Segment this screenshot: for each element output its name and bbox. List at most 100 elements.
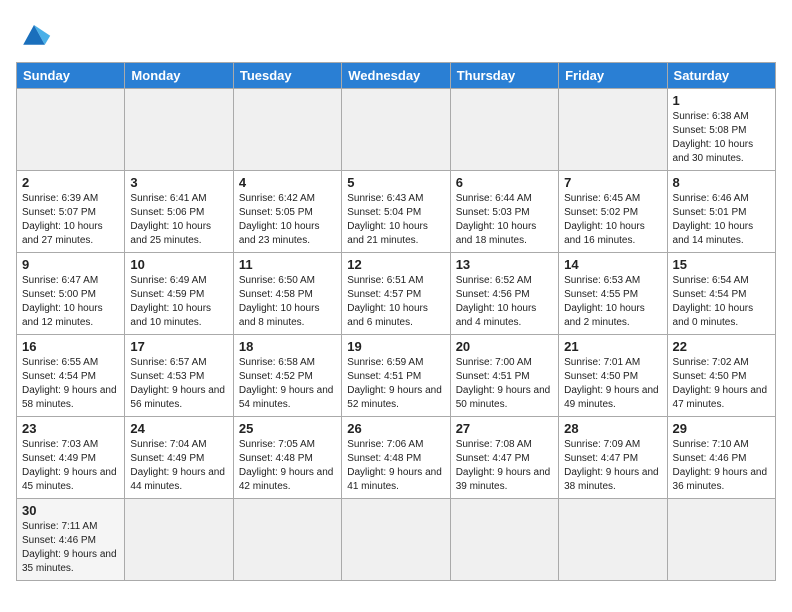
day-number: 18 bbox=[239, 339, 336, 354]
calendar-cell bbox=[342, 499, 450, 581]
calendar-cell: 26Sunrise: 7:06 AM Sunset: 4:48 PM Dayli… bbox=[342, 417, 450, 499]
day-number: 5 bbox=[347, 175, 444, 190]
day-info: Sunrise: 7:08 AM Sunset: 4:47 PM Dayligh… bbox=[456, 438, 553, 494]
day-number: 7 bbox=[564, 175, 661, 190]
day-info: Sunrise: 6:39 AM Sunset: 5:07 PM Dayligh… bbox=[22, 192, 119, 248]
week-row-5: 23 Sunrise: 7:03 AM Sunset: 4:49 PM Dayli… bbox=[17, 417, 776, 499]
weekday-header-sunday: Sunday bbox=[17, 63, 125, 89]
day-info: Sunrise: 6:51 AM Sunset: 4:57 PM Dayligh… bbox=[347, 274, 444, 330]
day-number: 13 bbox=[456, 257, 553, 272]
day-number: 24 bbox=[130, 421, 227, 436]
calendar-cell bbox=[17, 89, 125, 171]
calendar-cell bbox=[342, 89, 450, 171]
calendar-cell: 8Sunrise: 6:46 AM Sunset: 5:01 PM Daylig… bbox=[667, 171, 775, 253]
day-info: Sunrise: 6:42 AM Sunset: 5:05 PM Dayligh… bbox=[239, 192, 336, 248]
calendar-cell bbox=[125, 89, 233, 171]
week-row-3: 9Sunrise: 6:47 AM Sunset: 5:00 PM Daylig… bbox=[17, 253, 776, 335]
calendar-cell bbox=[233, 89, 341, 171]
calendar-cell: 27Sunrise: 7:08 AM Sunset: 4:47 PM Dayli… bbox=[450, 417, 558, 499]
day-number: 23 bbox=[22, 421, 119, 436]
calendar-cell: 21 Sunrise: 7:01 AM Sunset: 4:50 PM Dayli… bbox=[559, 335, 667, 417]
day-number: 2 bbox=[22, 175, 119, 190]
day-number: 14 bbox=[564, 257, 661, 272]
day-info: Sunrise: 6:46 AM Sunset: 5:01 PM Dayligh… bbox=[673, 192, 770, 248]
weekday-header-saturday: Saturday bbox=[667, 63, 775, 89]
day-number: 30 bbox=[22, 503, 119, 518]
day-info: Sunrise: 7:00 AM Sunset: 4:51 PM Dayligh… bbox=[456, 356, 553, 412]
calendar-cell: 30 Sunrise: 7:11 AM Sunset: 4:46 PM Dayli… bbox=[17, 499, 125, 581]
calendar-cell: 6 Sunrise: 6:44 AM Sunset: 5:03 PM Daylig… bbox=[450, 171, 558, 253]
day-number: 6 bbox=[456, 175, 553, 190]
weekday-header-monday: Monday bbox=[125, 63, 233, 89]
calendar-cell: 15 Sunrise: 6:54 AM Sunset: 4:54 PM Dayli… bbox=[667, 253, 775, 335]
calendar-cell: 19 Sunrise: 6:59 AM Sunset: 4:51 PM Dayli… bbox=[342, 335, 450, 417]
calendar-cell: 3Sunrise: 6:41 AM Sunset: 5:06 PM Daylig… bbox=[125, 171, 233, 253]
day-info: Sunrise: 7:06 AM Sunset: 4:48 PM Dayligh… bbox=[347, 438, 444, 494]
logo bbox=[16, 16, 58, 52]
day-number: 12 bbox=[347, 257, 444, 272]
calendar-cell: 18Sunrise: 6:58 AM Sunset: 4:52 PM Dayli… bbox=[233, 335, 341, 417]
day-info: Sunrise: 6:47 AM Sunset: 5:00 PM Dayligh… bbox=[22, 274, 119, 330]
day-number: 3 bbox=[130, 175, 227, 190]
day-number: 29 bbox=[673, 421, 770, 436]
day-info: Sunrise: 7:02 AM Sunset: 4:50 PM Dayligh… bbox=[673, 356, 770, 412]
day-info: Sunrise: 6:45 AM Sunset: 5:02 PM Dayligh… bbox=[564, 192, 661, 248]
day-number: 16 bbox=[22, 339, 119, 354]
week-row-4: 16 Sunrise: 6:55 AM Sunset: 4:54 PM Dayli… bbox=[17, 335, 776, 417]
day-info: Sunrise: 7:01 AM Sunset: 4:50 PM Dayligh… bbox=[564, 356, 661, 412]
calendar-cell bbox=[450, 89, 558, 171]
weekday-header-row: SundayMondayTuesdayWednesdayThursdayFrid… bbox=[17, 63, 776, 89]
day-info: Sunrise: 6:59 AM Sunset: 4:51 PM Dayligh… bbox=[347, 356, 444, 412]
calendar-cell: 23 Sunrise: 7:03 AM Sunset: 4:49 PM Dayli… bbox=[17, 417, 125, 499]
calendar-cell: 16 Sunrise: 6:55 AM Sunset: 4:54 PM Dayli… bbox=[17, 335, 125, 417]
day-info: Sunrise: 6:55 AM Sunset: 4:54 PM Dayligh… bbox=[22, 356, 119, 412]
weekday-header-wednesday: Wednesday bbox=[342, 63, 450, 89]
week-row-1: 1 Sunrise: 6:38 AM Sunset: 5:08 PM Daylig… bbox=[17, 89, 776, 171]
calendar-cell: 29 Sunrise: 7:10 AM Sunset: 4:46 PM Dayli… bbox=[667, 417, 775, 499]
day-info: Sunrise: 7:10 AM Sunset: 4:46 PM Dayligh… bbox=[673, 438, 770, 494]
day-info: Sunrise: 7:09 AM Sunset: 4:47 PM Dayligh… bbox=[564, 438, 661, 494]
day-number: 25 bbox=[239, 421, 336, 436]
day-number: 11 bbox=[239, 257, 336, 272]
day-info: Sunrise: 6:44 AM Sunset: 5:03 PM Dayligh… bbox=[456, 192, 553, 248]
calendar-cell: 25 Sunrise: 7:05 AM Sunset: 4:48 PM Dayli… bbox=[233, 417, 341, 499]
day-number: 22 bbox=[673, 339, 770, 354]
calendar-cell bbox=[667, 499, 775, 581]
day-info: Sunrise: 6:38 AM Sunset: 5:08 PM Dayligh… bbox=[673, 110, 770, 166]
day-info: Sunrise: 6:52 AM Sunset: 4:56 PM Dayligh… bbox=[456, 274, 553, 330]
page-header bbox=[16, 16, 776, 52]
calendar-cell bbox=[450, 499, 558, 581]
day-info: Sunrise: 6:57 AM Sunset: 4:53 PM Dayligh… bbox=[130, 356, 227, 412]
calendar-cell: 20Sunrise: 7:00 AM Sunset: 4:51 PM Dayli… bbox=[450, 335, 558, 417]
day-info: Sunrise: 6:54 AM Sunset: 4:54 PM Dayligh… bbox=[673, 274, 770, 330]
calendar-cell: 1 Sunrise: 6:38 AM Sunset: 5:08 PM Daylig… bbox=[667, 89, 775, 171]
calendar-cell: 28Sunrise: 7:09 AM Sunset: 4:47 PM Dayli… bbox=[559, 417, 667, 499]
logo-icon bbox=[16, 16, 52, 52]
day-info: Sunrise: 7:03 AM Sunset: 4:49 PM Dayligh… bbox=[22, 438, 119, 494]
calendar-cell bbox=[233, 499, 341, 581]
day-number: 1 bbox=[673, 93, 770, 108]
calendar-cell bbox=[559, 89, 667, 171]
day-number: 15 bbox=[673, 257, 770, 272]
day-number: 4 bbox=[239, 175, 336, 190]
calendar-table: SundayMondayTuesdayWednesdayThursdayFrid… bbox=[16, 62, 776, 581]
day-info: Sunrise: 6:53 AM Sunset: 4:55 PM Dayligh… bbox=[564, 274, 661, 330]
calendar-cell: 13 Sunrise: 6:52 AM Sunset: 4:56 PM Dayli… bbox=[450, 253, 558, 335]
day-number: 19 bbox=[347, 339, 444, 354]
calendar-cell: 11Sunrise: 6:50 AM Sunset: 4:58 PM Dayli… bbox=[233, 253, 341, 335]
weekday-header-friday: Friday bbox=[559, 63, 667, 89]
week-row-6: 30 Sunrise: 7:11 AM Sunset: 4:46 PM Dayli… bbox=[17, 499, 776, 581]
day-info: Sunrise: 7:05 AM Sunset: 4:48 PM Dayligh… bbox=[239, 438, 336, 494]
day-info: Sunrise: 7:11 AM Sunset: 4:46 PM Dayligh… bbox=[22, 520, 119, 576]
day-number: 21 bbox=[564, 339, 661, 354]
calendar-cell: 10 Sunrise: 6:49 AM Sunset: 4:59 PM Dayli… bbox=[125, 253, 233, 335]
calendar-cell: 5 Sunrise: 6:43 AM Sunset: 5:04 PM Daylig… bbox=[342, 171, 450, 253]
day-info: Sunrise: 6:43 AM Sunset: 5:04 PM Dayligh… bbox=[347, 192, 444, 248]
calendar-cell: 14 Sunrise: 6:53 AM Sunset: 4:55 PM Dayli… bbox=[559, 253, 667, 335]
calendar-cell: 4 Sunrise: 6:42 AM Sunset: 5:05 PM Daylig… bbox=[233, 171, 341, 253]
day-info: Sunrise: 6:49 AM Sunset: 4:59 PM Dayligh… bbox=[130, 274, 227, 330]
weekday-header-thursday: Thursday bbox=[450, 63, 558, 89]
day-number: 17 bbox=[130, 339, 227, 354]
day-number: 10 bbox=[130, 257, 227, 272]
weekday-header-tuesday: Tuesday bbox=[233, 63, 341, 89]
